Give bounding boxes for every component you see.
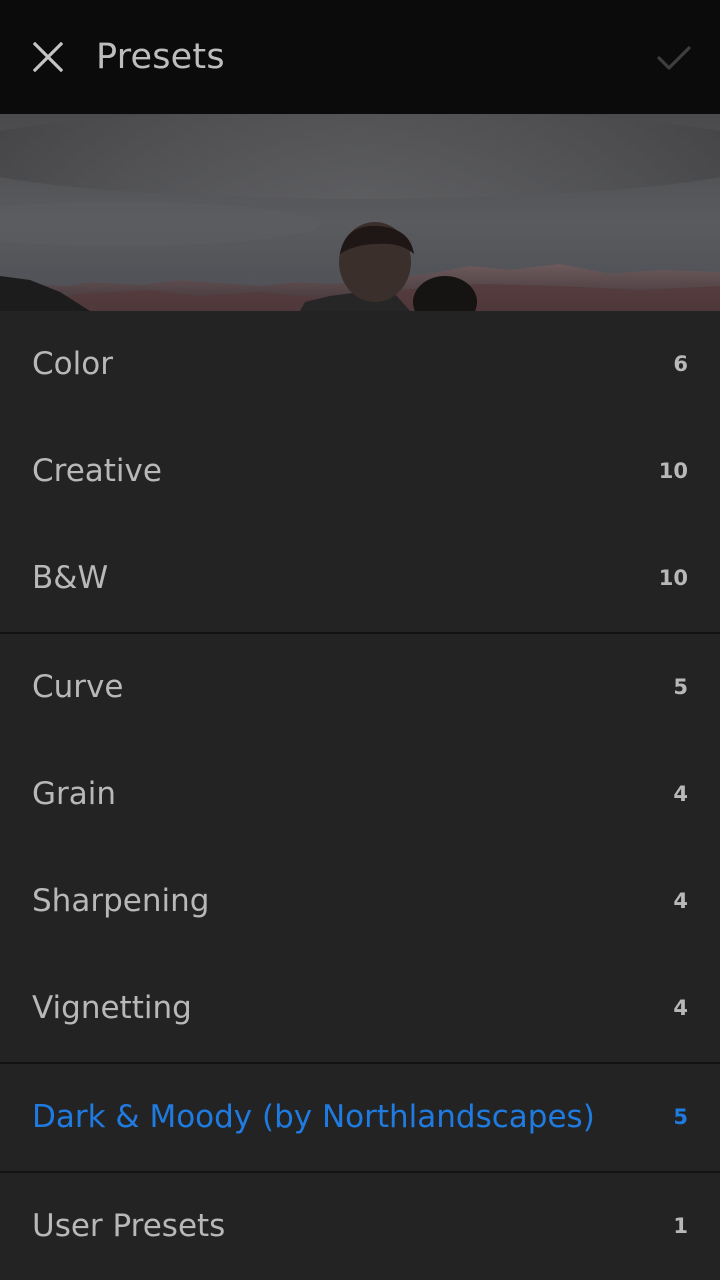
preset-group: Color 6 Creative 10 B&W 10 xyxy=(0,311,720,634)
confirm-button[interactable] xyxy=(646,30,702,86)
preset-label: User Presets xyxy=(32,1208,226,1244)
preset-row-vignetting[interactable]: Vignetting 4 xyxy=(0,955,720,1062)
preset-row-sharpening[interactable]: Sharpening 4 xyxy=(0,848,720,955)
close-button[interactable] xyxy=(20,29,76,85)
preset-row-color[interactable]: Color 6 xyxy=(0,311,720,418)
top-bar: Presets xyxy=(0,0,720,114)
photo-preview xyxy=(0,114,720,311)
preset-row-curve[interactable]: Curve 5 xyxy=(0,634,720,741)
preset-count: 10 xyxy=(658,459,688,483)
preset-row-grain[interactable]: Grain 4 xyxy=(0,741,720,848)
preset-category-list: Color 6 Creative 10 B&W 10 Curve 5 Grain… xyxy=(0,311,720,1280)
checkmark-icon xyxy=(657,46,691,70)
preset-label: Creative xyxy=(32,453,162,489)
preset-label: Grain xyxy=(32,776,117,812)
preset-count: 10 xyxy=(658,566,688,590)
preset-count: 6 xyxy=(673,352,688,376)
preset-row-user-presets[interactable]: User Presets 1 xyxy=(0,1173,720,1280)
preset-row-dark-moody[interactable]: Dark & Moody (by Northlandscapes) 5 xyxy=(0,1064,720,1171)
preset-label: Dark & Moody (by Northlandscapes) xyxy=(32,1099,595,1135)
preset-count: 4 xyxy=(673,782,688,806)
preset-count: 1 xyxy=(673,1214,688,1238)
preset-label: Vignetting xyxy=(32,990,192,1026)
page-title: Presets xyxy=(96,37,225,77)
preset-label: Color xyxy=(32,346,113,382)
preset-count: 4 xyxy=(673,889,688,913)
preset-group: Curve 5 Grain 4 Sharpening 4 Vignetting … xyxy=(0,634,720,1064)
preset-label: Sharpening xyxy=(32,883,210,919)
preset-count: 4 xyxy=(673,996,688,1020)
preset-group: User Presets 1 xyxy=(0,1173,720,1280)
preset-row-bw[interactable]: B&W 10 xyxy=(0,525,720,632)
preset-row-creative[interactable]: Creative 10 xyxy=(0,418,720,525)
preset-group: Dark & Moody (by Northlandscapes) 5 xyxy=(0,1064,720,1173)
close-icon xyxy=(33,42,63,72)
preset-count: 5 xyxy=(673,1105,688,1129)
preset-label: Curve xyxy=(32,669,124,705)
preset-count: 5 xyxy=(673,675,688,699)
preset-label: B&W xyxy=(32,560,109,596)
